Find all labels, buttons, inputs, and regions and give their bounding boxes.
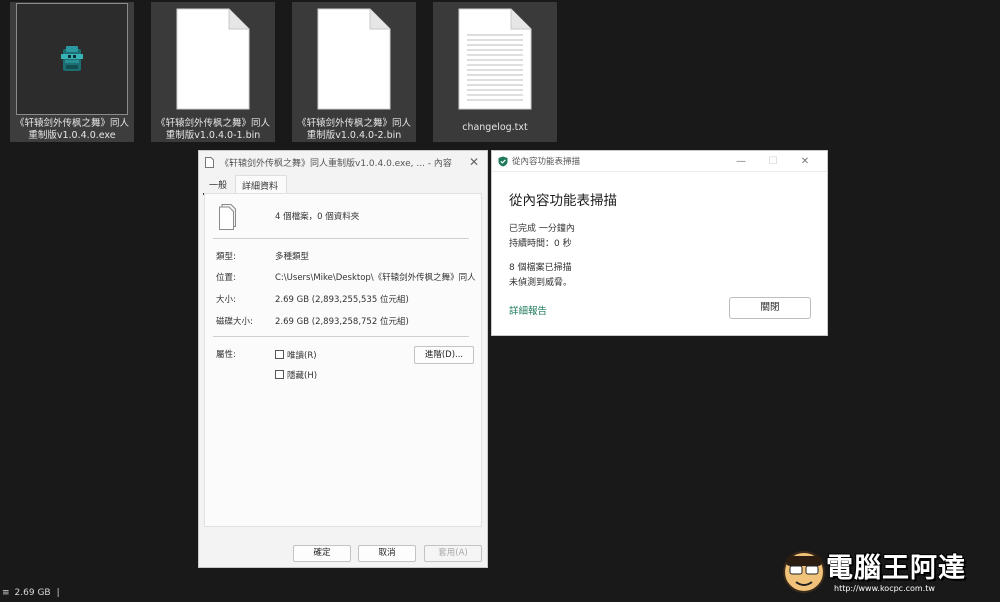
ok-button[interactable]: 確定: [293, 545, 351, 562]
divider: [213, 336, 469, 337]
watermark: 電腦王阿達 http://www.kocpc.com.tw: [782, 542, 996, 598]
scan-file-count: 8 個檔案已掃描: [509, 263, 572, 273]
hidden-checkbox[interactable]: 隱藏(H): [275, 369, 317, 381]
close-icon[interactable]: ✕: [467, 155, 481, 169]
scan-titlebar[interactable]: 從內容功能表掃描 — ☐ ✕: [492, 151, 827, 172]
advanced-button[interactable]: 進階(D)...: [414, 346, 474, 364]
file-tile-bin-1[interactable]: 《轩辕剑外传枫之舞》同人重制版v1.0.4.0-1.bin: [151, 2, 275, 142]
apply-button[interactable]: 套用(A): [424, 545, 482, 562]
location-value: C:\Users\Mike\Desktop\《轩辕剑外传枫之舞》同人: [275, 273, 476, 283]
maximize-icon: ☐: [768, 155, 778, 167]
properties-tabs: 一般 詳細資料: [199, 175, 487, 195]
file-name: 《轩辕剑外传枫之舞》同人重制版v1.0.4.0.exe: [14, 118, 129, 141]
document-icon: [205, 156, 214, 168]
readonly-label: 唯讀(R): [287, 351, 317, 361]
separator: |: [56, 588, 60, 598]
blank-file-icon: [176, 8, 250, 110]
general-panel: 4 個檔案，0 個資料夾 類型: 多種類型 位置: C:\Users\Mike\…: [204, 193, 482, 527]
scan-heading: 從內容功能表掃描: [509, 193, 617, 209]
readonly-checkbox[interactable]: 唯讀(R): [275, 349, 317, 361]
cancel-button[interactable]: 取消: [358, 545, 416, 562]
watermark-url: http://www.kocpc.com.tw: [834, 584, 935, 593]
file-tile-bin-2[interactable]: 《轩辕剑外传枫之舞》同人重制版v1.0.4.0-2.bin: [292, 2, 416, 142]
minimize-icon[interactable]: —: [725, 156, 757, 167]
file-name: 《轩辕剑外传枫之舞》同人重制版v1.0.4.0-1.bin: [155, 118, 270, 141]
scan-completed: 已完成 一分鐘內: [509, 224, 575, 234]
type-label: 類型:: [216, 252, 236, 262]
checkbox-box[interactable]: [275, 350, 284, 359]
attributes-label: 屬性:: [216, 350, 236, 360]
disk-size-label: 磁碟大小:: [216, 317, 253, 327]
file-thumbnail: [439, 3, 551, 115]
file-name: changelog.txt: [462, 122, 528, 133]
watermark-text: 電腦王阿達: [826, 553, 966, 584]
properties-titlebar[interactable]: 《轩辕剑外传枫之舞》同人重制版v1.0.4.0.exe, ... - 內容 ✕: [199, 151, 487, 173]
disk-size-value: 2.69 GB (2,893,258,752 位元組): [275, 317, 409, 327]
file-thumbnail: [298, 3, 410, 115]
exe-app-icon: [61, 46, 83, 71]
scan-duration: 持續時間：0 秒: [509, 239, 572, 249]
close-button[interactable]: 關閉: [729, 297, 811, 319]
divider: [213, 238, 469, 239]
shield-check-icon: [498, 156, 508, 166]
file-thumbnail: [16, 3, 128, 115]
hidden-label: 隱藏(H): [287, 371, 318, 381]
scan-dialog: 從內容功能表掃描 — ☐ ✕ 從內容功能表掃描 已完成 一分鐘內 持續時間：0 …: [491, 150, 828, 336]
list-icon: ≡: [2, 588, 10, 598]
tab-general[interactable]: 一般: [203, 175, 236, 195]
mascot-icon: [783, 551, 825, 593]
checkbox-box[interactable]: [275, 370, 284, 379]
window-title: 從內容功能表掃描: [512, 157, 581, 167]
file-name: 《轩辕剑外传枫之舞》同人重制版v1.0.4.0-2.bin: [296, 118, 411, 141]
size-value: 2.69 GB (2,893,255,535 位元組): [275, 295, 409, 305]
file-tile-txt[interactable]: changelog.txt: [433, 2, 557, 142]
file-thumbnail: [157, 3, 269, 115]
size-label: 大小:: [216, 295, 236, 305]
type-value: 多種類型: [275, 252, 310, 262]
text-file-icon: [458, 8, 532, 110]
properties-window: 《轩辕剑外传枫之舞》同人重制版v1.0.4.0.exe, ... - 內容 ✕ …: [198, 150, 488, 568]
window-title: 《轩辕剑外传枫之舞》同人重制版v1.0.4.0.exe, ... - 內容: [220, 158, 452, 169]
selection-size: 2.69 GB: [14, 588, 51, 598]
close-icon[interactable]: ✕: [789, 156, 821, 167]
location-label: 位置:: [216, 273, 236, 283]
tab-details[interactable]: 詳細資料: [235, 175, 288, 194]
file-tile-exe[interactable]: 《轩辕剑外传枫之舞》同人重制版v1.0.4.0.exe: [10, 2, 134, 142]
file-count-summary: 4 個檔案，0 個資料夾: [275, 212, 360, 222]
blank-file-icon: [317, 8, 391, 110]
scan-threats: 未偵測到威脅。: [509, 278, 573, 288]
detailed-report-link[interactable]: 詳細報告: [509, 303, 547, 317]
multi-file-icon: [219, 204, 236, 230]
